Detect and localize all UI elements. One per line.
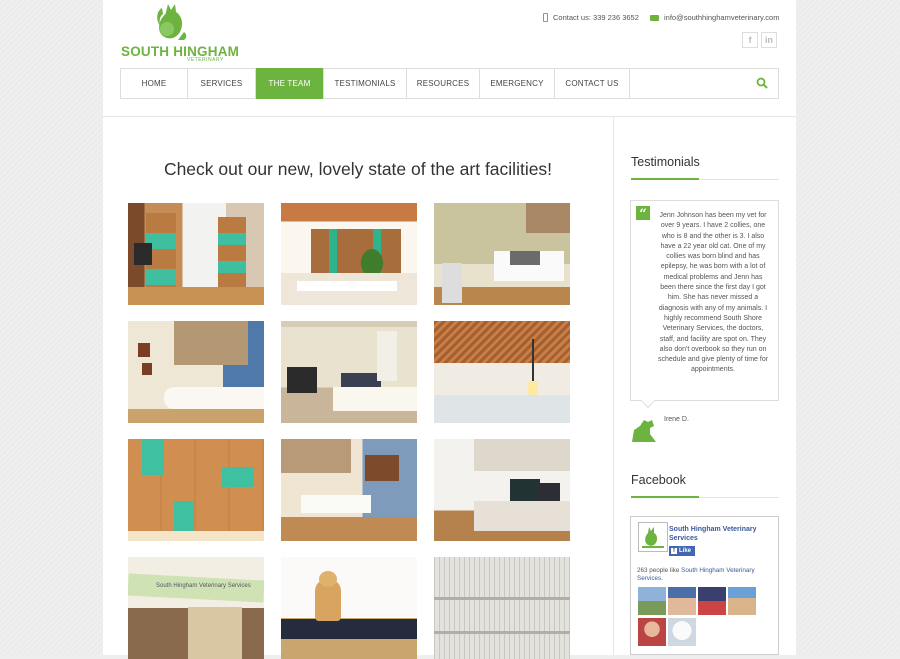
testimonial-author: Irene D. (664, 416, 689, 423)
facebook-f-icon: f (671, 548, 677, 554)
fan-avatar[interactable] (728, 587, 756, 615)
facebook-like-count-text: 263 people like (637, 567, 680, 574)
contact-email[interactable]: info@southhinghamveterinary.com (650, 13, 779, 22)
gallery-photo[interactable] (281, 203, 417, 305)
facebook-page-name[interactable]: South Hingham Veterinary Services (669, 525, 774, 543)
search-icon[interactable] (756, 77, 768, 89)
facebook-title: Facebook (631, 473, 686, 487)
nav-home[interactable]: HOME (121, 69, 188, 98)
nav-contact-us[interactable]: CONTACT US (555, 69, 630, 98)
page-logo-icon (639, 523, 667, 551)
nav-testimonials[interactable]: TESTIMONIALS (324, 69, 407, 98)
fan-avatar[interactable] (698, 587, 726, 615)
brand-subtitle: VETERINARY (187, 57, 224, 63)
gallery-photo[interactable] (434, 321, 570, 423)
testimonial-text: Jenn Johnson has been my vet for over 9 … (657, 212, 769, 374)
nav-services[interactable]: SERVICES (188, 69, 256, 98)
testimonials-title: Testimonials (631, 155, 700, 169)
contact-email-text: info@southhinghamveterinary.com (664, 13, 780, 22)
cat-dog-logo-icon (157, 4, 187, 40)
contact-phone-text: Contact us: 339 236 3652 (553, 13, 639, 22)
gallery-photo[interactable] (128, 321, 264, 423)
facebook-like-count: 263 people like South Hingham Veterinary… (637, 567, 775, 583)
facebook-page-thumbnail[interactable] (638, 522, 668, 552)
gallery-photo[interactable]: South Hingham Veterinary Services (128, 557, 264, 659)
gallery-photo[interactable] (434, 439, 570, 541)
site-logo[interactable]: SOUTH HINGHAM VETERINARY (121, 2, 239, 64)
gallery-photo[interactable] (281, 439, 417, 541)
quote-icon: “ (636, 206, 650, 222)
facebook-like-label: Like (679, 548, 692, 554)
dog-avatar-icon (632, 420, 656, 442)
fan-avatar[interactable] (668, 587, 696, 615)
testimonial-card: “ Jenn Johnson has been my vet for over … (630, 200, 779, 401)
contact-phone[interactable]: Contact us: 339 236 3652 (543, 13, 639, 22)
page-container: SOUTH HINGHAM VETERINARY Contact us: 339… (103, 0, 796, 659)
linkedin-icon[interactable]: in (761, 32, 777, 48)
nav-emergency[interactable]: EMERGENCY (480, 69, 555, 98)
gallery-photo[interactable] (281, 557, 417, 659)
gallery-photo[interactable] (128, 203, 264, 305)
nav-the-team[interactable]: THE TEAM (256, 68, 324, 99)
fan-avatar[interactable] (668, 618, 696, 646)
gallery-photo[interactable] (434, 557, 570, 659)
nav-resources[interactable]: RESOURCES (407, 69, 480, 98)
page-headline: Check out our new, lovely state of the a… (163, 158, 553, 179)
sidebar-divider (613, 117, 614, 655)
fan-avatar[interactable] (638, 587, 666, 615)
facebook-underline (631, 496, 779, 498)
facebook-widget: South Hingham Veterinary Services f Like… (630, 516, 779, 655)
phone-icon (543, 13, 548, 22)
main-nav: HOME SERVICES THE TEAM TESTIMONIALS RESO… (120, 68, 779, 99)
fan-avatar[interactable] (638, 618, 666, 646)
gallery-photo[interactable] (434, 203, 570, 305)
gallery-photo[interactable] (128, 439, 264, 541)
mail-icon (650, 14, 659, 21)
facebook-icon[interactable]: f (742, 32, 758, 48)
facebook-like-button[interactable]: f Like (669, 546, 695, 556)
gallery-photo[interactable] (281, 321, 417, 423)
header-divider (103, 116, 796, 117)
testimonials-underline (631, 178, 779, 180)
